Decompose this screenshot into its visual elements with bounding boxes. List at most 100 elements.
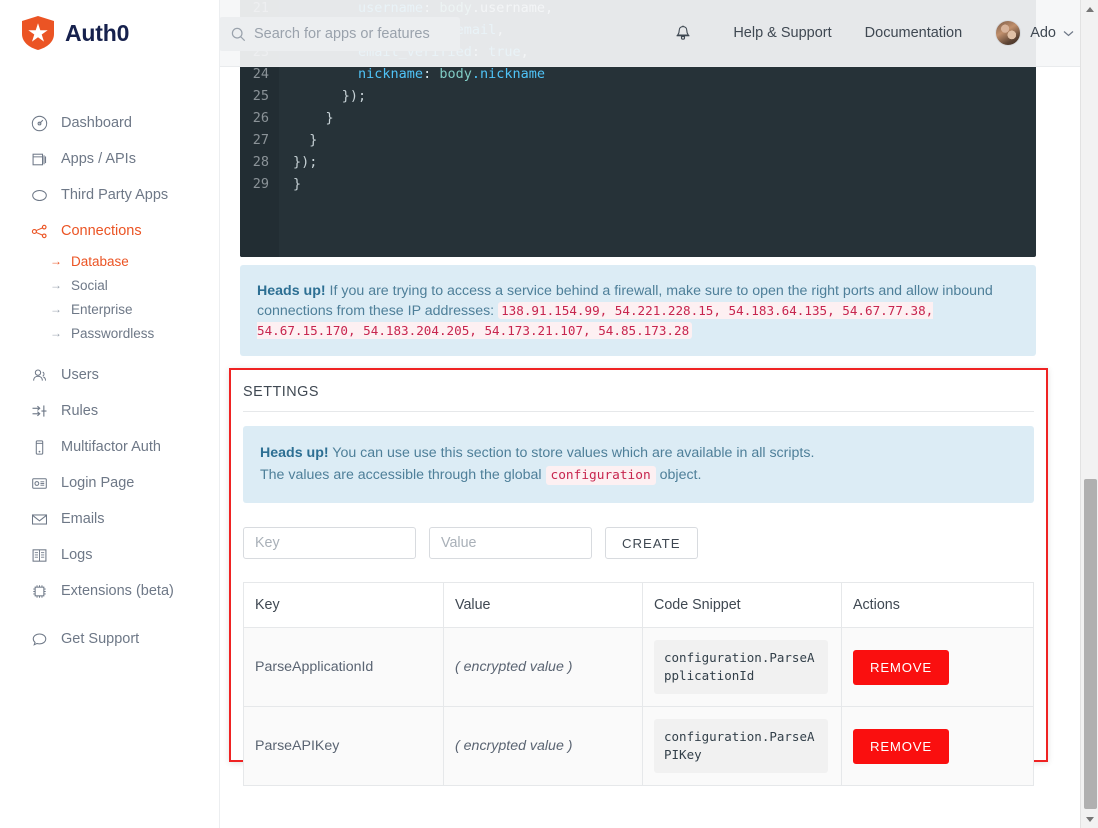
sidebar-item-label: Third Party Apps: [61, 187, 169, 203]
sidebar-subitem-label: Enterprise: [71, 301, 133, 317]
settings-notice: Heads up! You can use use this section t…: [243, 426, 1034, 503]
login-page-icon: [28, 473, 50, 493]
scroll-down-arrow-icon[interactable]: [1081, 810, 1098, 828]
bell-icon[interactable]: [675, 25, 691, 42]
sidebar-item-apps-apis[interactable]: Apps / APIs: [0, 141, 219, 177]
value-input[interactable]: [429, 527, 592, 559]
arrow-right-icon: →: [50, 254, 62, 268]
share-nodes-icon: [28, 221, 50, 241]
sidebar: Auth0 Dashboard Apps / APIs Third Party: [0, 0, 220, 828]
sidebar-item-label: Login Page: [61, 475, 135, 491]
brand-name: Auth0: [65, 19, 130, 46]
column-header-actions: Actions: [841, 582, 1034, 628]
gauge-icon: [28, 113, 50, 133]
sidebar-item-emails[interactable]: Emails: [0, 501, 219, 537]
row-actions-cell: REMOVE: [841, 706, 1034, 786]
row-snippet: configuration.ParseAPIKey: [654, 719, 828, 773]
main-content-area: 18 } else { 19 ...ll, { 20 body.objectId…: [219, 0, 1080, 828]
row-value: ( encrypted value ): [443, 627, 643, 707]
sidebar-item-label: Multifactor Auth: [61, 439, 161, 455]
sidebar-item-third-party-apps[interactable]: Third Party Apps: [0, 177, 219, 213]
header-right: Help & Support Documentation Ado: [675, 0, 1074, 66]
documentation-link[interactable]: Documentation: [865, 25, 963, 41]
line-text: }: [309, 132, 318, 148]
sidebar-item-get-support[interactable]: Get Support: [0, 621, 219, 657]
chip-icon: [28, 581, 50, 601]
settings-body: Heads up! You can use use this section t…: [231, 412, 1046, 786]
remove-button[interactable]: REMOVE: [853, 649, 949, 685]
settings-panel: SETTINGS Heads up! You can use use this …: [229, 368, 1048, 786]
row-snippet-cell: configuration.ParseAPIKey: [642, 706, 842, 786]
apps-icon: [28, 149, 50, 169]
global-search[interactable]: Search for apps or features: [219, 17, 460, 51]
envelope-icon: [28, 509, 50, 529]
settings-notice-line1: Heads up! You can use use this section t…: [260, 442, 1017, 464]
scrollbar-thumb[interactable]: [1084, 479, 1097, 809]
key-input[interactable]: [243, 527, 416, 559]
search-placeholder: Search for apps or features: [254, 26, 430, 42]
code-line: 27 }: [240, 129, 1036, 151]
table-header-row: Key Value Code Snippet Actions: [243, 582, 1034, 628]
sidebar-subitem-label: Database: [71, 253, 129, 269]
settings-create-form: CREATE: [243, 527, 1034, 559]
sidebar-item-database[interactable]: → Database: [0, 249, 219, 273]
user-menu[interactable]: Ado: [995, 20, 1074, 46]
sidebar-item-connections[interactable]: Connections: [0, 213, 219, 249]
sidebar-item-dashboard[interactable]: Dashboard: [0, 105, 219, 141]
firewall-notice-heading: Heads up!: [257, 283, 326, 299]
arrow-right-icon: →: [50, 326, 62, 340]
chevron-down-icon: [1063, 24, 1074, 42]
sidebar-item-label: Extensions (beta): [61, 583, 174, 599]
chat-bubble-icon: [28, 629, 50, 649]
sidebar-subitem-label: Passwordless: [71, 325, 155, 341]
sidebar-item-label: Logs: [61, 547, 93, 563]
sidebar-item-label: Dashboard: [61, 115, 132, 131]
scroll-up-arrow-icon[interactable]: [1081, 0, 1098, 18]
row-key: ParseApplicationId: [243, 627, 444, 707]
settings-notice-text3: object.: [659, 467, 702, 483]
settings-notice-text2: The values are accessible through the gl…: [260, 467, 542, 483]
code-line: 29}: [240, 173, 1036, 195]
column-header-snippet: Code Snippet: [642, 582, 842, 628]
sidebar-item-passwordless[interactable]: → Passwordless: [0, 321, 219, 345]
sidebar-item-label: Users: [61, 367, 99, 383]
configuration-code-token: configuration: [545, 466, 656, 485]
page-scrollbar[interactable]: [1080, 0, 1098, 828]
sidebar-subitem-label: Social: [71, 277, 108, 293]
line-text: });: [293, 154, 318, 170]
sidebar-item-extensions[interactable]: Extensions (beta): [0, 573, 219, 609]
user-avatar: [995, 20, 1022, 46]
column-header-value: Value: [443, 582, 643, 628]
sidebar-item-label: Apps / APIs: [61, 151, 136, 167]
users-icon: [28, 365, 50, 385]
sidebar-item-login-page[interactable]: Login Page: [0, 465, 219, 501]
create-button[interactable]: CREATE: [605, 527, 698, 559]
sidebar-item-enterprise[interactable]: → Enterprise: [0, 297, 219, 321]
logs-icon: [28, 545, 50, 565]
sidebar-item-multifactor-auth[interactable]: Multifactor Auth: [0, 429, 219, 465]
sidebar-item-rules[interactable]: Rules: [0, 393, 219, 429]
table-row: ParseAPIKey ( encrypted value ) configur…: [243, 706, 1034, 786]
auth0-dashboard: 18 } else { 19 ...ll, { 20 body.objectId…: [0, 0, 1098, 828]
line-number: 29: [252, 176, 269, 192]
brand[interactable]: Auth0: [0, 0, 219, 66]
row-value: ( encrypted value ): [443, 706, 643, 786]
sidebar-item-logs[interactable]: Logs: [0, 537, 219, 573]
line-number: 28: [252, 154, 269, 170]
remove-button[interactable]: REMOVE: [853, 728, 949, 764]
auth0-shield-star-logo: [22, 16, 54, 50]
settings-notice-line2: The values are accessible through the gl…: [260, 464, 1017, 487]
row-key: ParseAPIKey: [243, 706, 444, 786]
help-support-link[interactable]: Help & Support: [733, 25, 831, 41]
table-row: ParseApplicationId ( encrypted value ) c…: [243, 627, 1034, 707]
sidebar-item-users[interactable]: Users: [0, 357, 219, 393]
sidebar-item-social[interactable]: → Social: [0, 273, 219, 297]
line-text: }: [325, 110, 334, 126]
code-line: 25 });: [240, 85, 1036, 107]
cloud-icon: [28, 185, 50, 205]
device-icon: [28, 437, 50, 457]
firewall-notice: Heads up! If you are trying to access a …: [240, 265, 1036, 356]
sidebar-item-label: Rules: [61, 403, 99, 419]
